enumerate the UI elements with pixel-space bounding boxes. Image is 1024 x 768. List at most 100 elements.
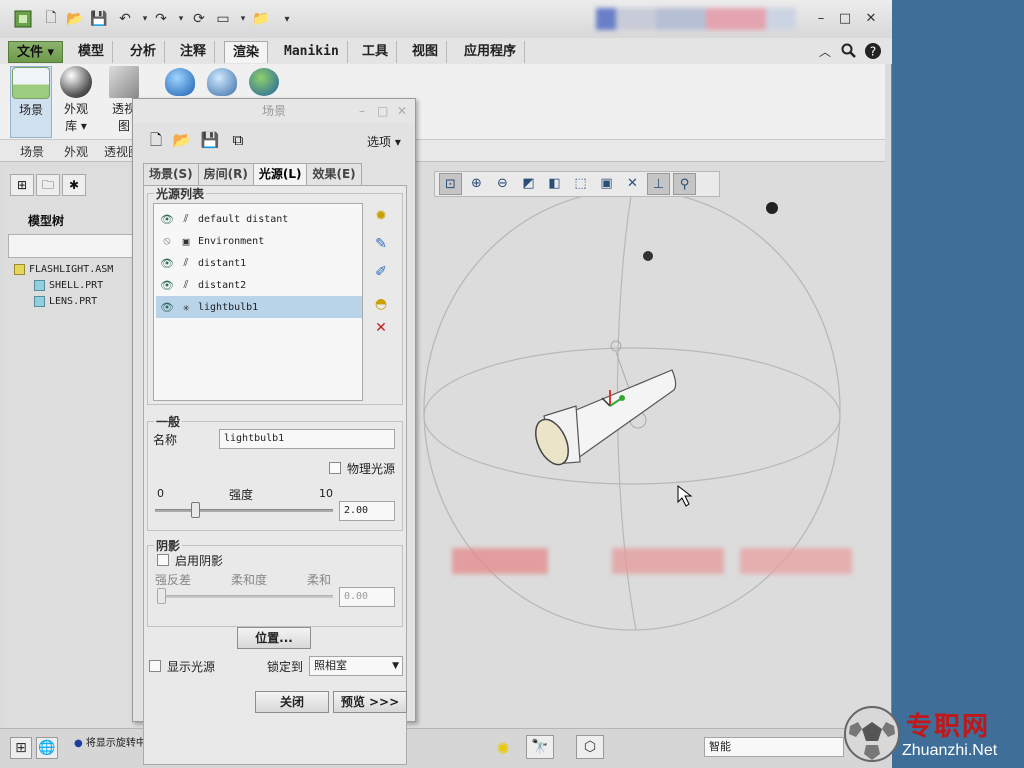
intensity-slider-thumb[interactable] xyxy=(191,502,200,518)
visible-eye-icon[interactable]: 👁 xyxy=(160,279,174,292)
dialog-maximize-icon[interactable]: □ xyxy=(377,99,388,123)
watermark-en: Zhuanzhi.Net xyxy=(902,742,998,760)
list-item[interactable]: 👁 ⫽ distant2 xyxy=(156,274,362,296)
visible-eye-icon[interactable]: 👁 xyxy=(160,301,174,314)
show-light-checkbox[interactable] xyxy=(149,660,161,672)
render-teapot-button[interactable] xyxy=(164,68,196,98)
add-spot-light-icon[interactable]: ✐ xyxy=(369,261,393,283)
tab-render[interactable]: 渲染 xyxy=(224,41,269,63)
redo-icon[interactable]: ↷ xyxy=(150,8,172,30)
tab-file[interactable]: 文件 ▾ xyxy=(8,41,64,63)
delete-light-icon[interactable]: ✕ xyxy=(369,317,393,339)
tab-tools[interactable]: 工具 xyxy=(354,41,398,63)
refit-icon[interactable]: ⊡ xyxy=(439,173,462,195)
hidden-eye-icon[interactable]: ⦸ xyxy=(160,234,174,248)
save-scene-icon[interactable]: 💾 xyxy=(199,129,221,151)
save-icon[interactable]: 💾 xyxy=(88,8,110,30)
shadow-value-field[interactable]: 0.00 xyxy=(339,587,395,607)
tab-applications[interactable]: 应用程序 xyxy=(456,41,526,63)
tab-model[interactable]: 模型 xyxy=(70,41,114,63)
tab-lights[interactable]: 光源(L) xyxy=(252,163,308,185)
dialog-close-icon[interactable]: ✕ xyxy=(397,99,407,123)
tab-effects[interactable]: 效果(E) xyxy=(306,163,362,185)
teapot-region-icon xyxy=(207,68,237,96)
saved-orientations-icon[interactable]: ⬚ xyxy=(569,173,592,195)
zoom-out-icon[interactable]: ⊖ xyxy=(491,173,514,195)
favorites-tab-icon[interactable]: ✱ xyxy=(62,174,86,196)
add-area-light-icon[interactable]: ◓ xyxy=(369,293,393,315)
datum-display-icon[interactable]: ⊥ xyxy=(647,173,670,195)
browser-toggle-icon[interactable]: 🌐 xyxy=(36,737,58,759)
selection-box-icon[interactable]: ⬡ xyxy=(576,735,604,759)
add-lightbulb-icon[interactable]: ✹ xyxy=(369,205,393,227)
list-item[interactable]: 👁 ⫽ default distant xyxy=(156,208,362,230)
physical-light-checkbox[interactable] xyxy=(329,462,341,474)
options-menu[interactable]: 选项 ▾ xyxy=(367,133,401,150)
help-icon[interactable]: ? xyxy=(862,40,884,62)
undo-icon[interactable]: ↶ xyxy=(114,8,136,30)
customize-toolbar-icon[interactable]: ▾ xyxy=(276,8,298,30)
dialog-minimize-icon[interactable]: – xyxy=(359,99,365,123)
appearance-library-button[interactable]: 外观 库 ▾ xyxy=(56,66,96,138)
render-region-button[interactable] xyxy=(206,68,238,98)
open-folder-icon[interactable]: 📂 xyxy=(64,8,86,30)
new-file-icon[interactable]: 🗋 xyxy=(40,8,62,30)
search-icon[interactable] xyxy=(838,40,860,62)
zoom-in-icon[interactable]: ⊕ xyxy=(465,173,488,195)
tab-scene[interactable]: 场景(S) xyxy=(143,163,199,185)
repaint-icon[interactable]: ◩ xyxy=(517,173,540,195)
close-dialog-button[interactable]: 关闭 xyxy=(255,691,329,713)
model-tree-toggle-icon[interactable]: ⊞ xyxy=(10,737,32,759)
scene-button[interactable]: 场景 xyxy=(10,66,52,138)
close-button[interactable]: ✕ xyxy=(862,10,880,28)
tab-analysis[interactable]: 分析 xyxy=(122,41,166,63)
shadow-softness-slider[interactable] xyxy=(157,588,333,604)
tree-item-lens[interactable]: LENS.PRT xyxy=(34,296,97,307)
windows-icon[interactable]: ▭ xyxy=(212,8,234,30)
tab-view[interactable]: 视图 xyxy=(404,41,448,63)
tab-annotate[interactable]: 注释 xyxy=(172,41,216,63)
render-globe-button[interactable] xyxy=(248,68,280,98)
lock-to-dropdown[interactable]: 照相室 ▼ xyxy=(309,656,403,676)
selection-filter-dropdown[interactable]: 智能 xyxy=(704,737,844,757)
app-icon xyxy=(12,8,34,30)
collapse-ribbon-icon[interactable]: ︿ xyxy=(814,40,836,62)
maximize-button[interactable]: □ xyxy=(836,10,854,28)
perspective-toggle-icon[interactable]: ✕ xyxy=(621,173,644,195)
list-item[interactable]: 👁 ⫽ distant1 xyxy=(156,252,362,274)
tree-item-asm[interactable]: FLASHLIGHT.ASM xyxy=(14,264,113,275)
shadow-slider-thumb[interactable] xyxy=(157,588,166,604)
intensity-value-field[interactable]: 2.00 xyxy=(339,501,395,521)
list-item[interactable]: ⦸ ▣ Environment xyxy=(156,230,362,252)
preview-button[interactable]: 预览 >>> xyxy=(333,691,407,713)
graphics-viewport[interactable] xyxy=(416,162,885,728)
minimize-button[interactable]: – xyxy=(812,10,830,28)
tab-manikin[interactable]: Manikin xyxy=(276,41,348,63)
tree-item-shell[interactable]: SHELL.PRT xyxy=(34,280,103,291)
model-tree-filter-box[interactable] xyxy=(8,234,134,258)
model-tree-tab-icon[interactable]: ⊞ xyxy=(10,174,34,196)
enable-shadow-checkbox[interactable] xyxy=(157,554,169,566)
open-scene-icon[interactable]: 📂 xyxy=(171,129,193,151)
intensity-slider[interactable] xyxy=(155,502,333,518)
folder-browser-tab-icon[interactable]: 🗀 xyxy=(36,174,60,196)
light-bulb-status-icon[interactable]: ✺ xyxy=(492,737,514,759)
group-appearance: 外观 xyxy=(64,145,89,159)
teapot-blue-icon xyxy=(165,68,195,96)
list-item[interactable]: 👁 ✳ lightbulb1 xyxy=(156,296,362,318)
tab-room[interactable]: 房间(R) xyxy=(197,163,254,185)
spin-center-icon[interactable]: ⚲ xyxy=(673,173,696,195)
regenerate-icon[interactable]: ⟳ xyxy=(188,8,210,30)
visible-eye-icon[interactable]: 👁 xyxy=(160,257,174,270)
find-icon[interactable]: 🔭 xyxy=(526,735,554,759)
title-bar: 🗋 📂 💾 ↶ ▾ ↷ ▾ ⟳ ▭ ▾ 📁 ▾ – □ ✕ xyxy=(0,0,892,38)
view-manager-icon[interactable]: ▣ xyxy=(595,173,618,195)
close-window-folder-icon[interactable]: 📁 xyxy=(250,8,272,30)
position-button[interactable]: 位置... xyxy=(237,627,311,649)
add-distant-light-icon[interactable]: ✎ xyxy=(369,233,393,255)
display-style-icon[interactable]: ◧ xyxy=(543,173,566,195)
new-scene-icon[interactable]: 🗋 xyxy=(145,129,167,151)
name-field[interactable]: lightbulb1 xyxy=(219,429,395,449)
visible-eye-icon[interactable]: 👁 xyxy=(160,213,174,226)
copy-scene-icon[interactable]: ⧉ xyxy=(227,129,249,151)
